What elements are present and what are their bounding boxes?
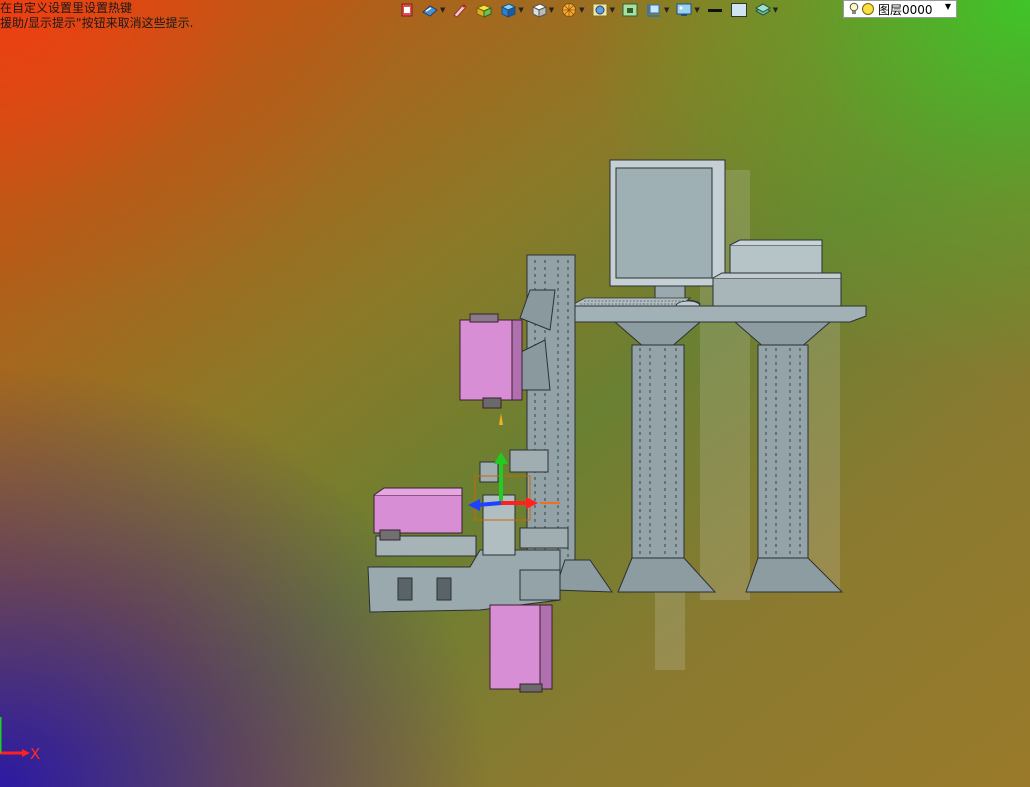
camera-left [373, 487, 463, 541]
world-axis [0, 717, 30, 757]
camera-bottom [489, 604, 553, 693]
3d-viewport[interactable]: 在自定义设置里设置热键 援助/显示提示"按钮来取消这些提示. ▼ ▼ ▼ ▼ ▼… [0, 0, 1030, 787]
camera-top [459, 313, 523, 409]
computer-case [712, 239, 842, 315]
axis-x-label: X [30, 745, 41, 763]
model-scene[interactable] [0, 0, 1030, 787]
